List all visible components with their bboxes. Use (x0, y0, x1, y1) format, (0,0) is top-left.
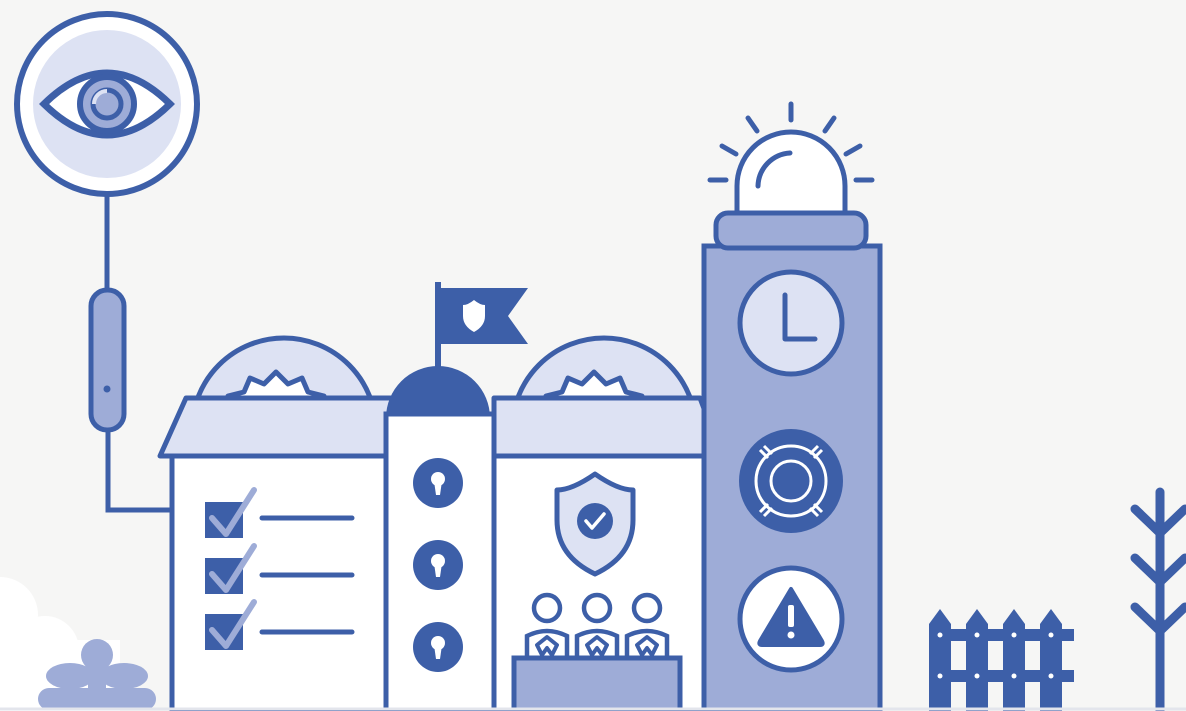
left-building (157, 395, 403, 711)
team-people-icon (511, 592, 683, 711)
fence-icon (929, 609, 1074, 711)
lifebuoy-icon (739, 429, 843, 533)
siren-alarm-icon (707, 101, 875, 216)
scene-svg (0, 11, 1186, 711)
keyhole-icon (413, 458, 463, 508)
keyhole-icon (413, 622, 463, 672)
podium (511, 655, 683, 711)
warning-icon (737, 565, 845, 673)
flag-shield-icon (441, 288, 528, 344)
keyhole-icon (413, 540, 463, 590)
plant-icon (1130, 487, 1186, 711)
security-scene-illustration (0, 0, 1186, 711)
clock-icon (737, 269, 845, 377)
